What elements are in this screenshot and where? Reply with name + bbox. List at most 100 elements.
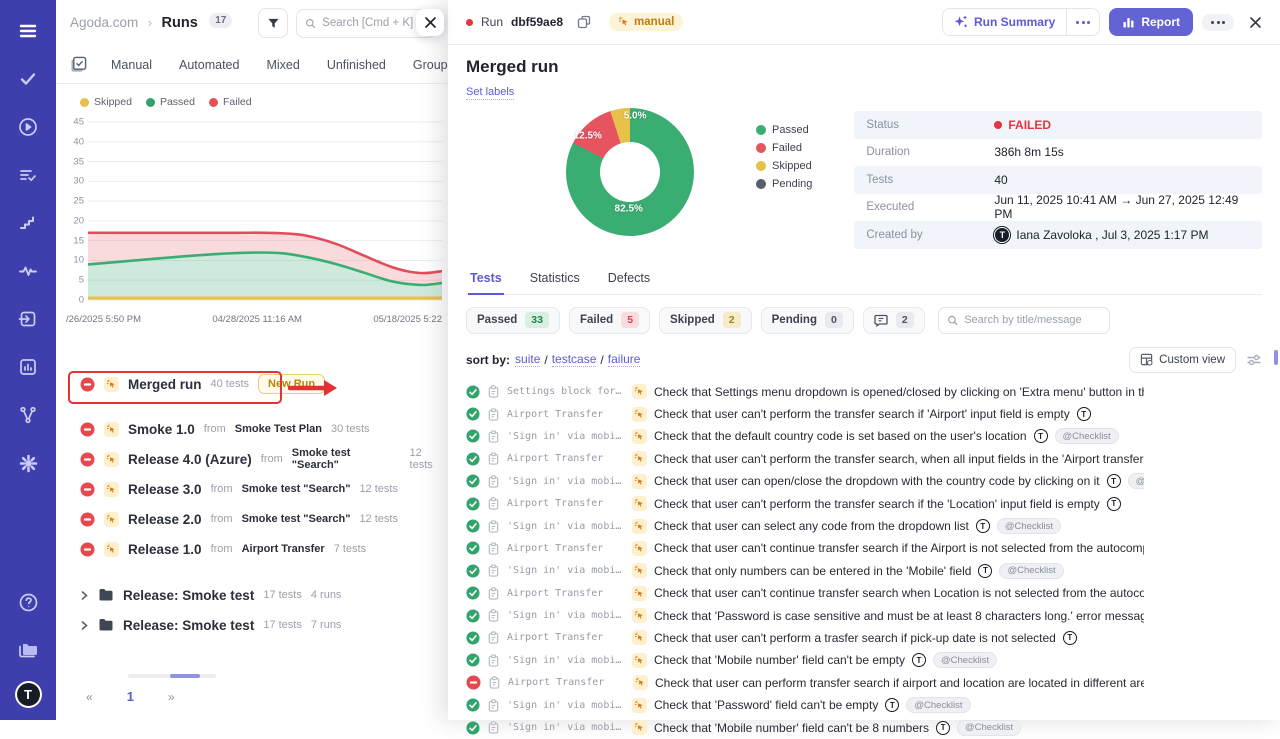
donut-legend-item: Passed <box>756 124 812 136</box>
test-row[interactable]: 'Sign in' via mobile Check that 'Passwor… <box>466 604 1144 626</box>
copy-run-id-button[interactable] <box>577 15 591 29</box>
app-sidebar: T <box>0 0 56 720</box>
legend-item: Passed <box>146 96 195 108</box>
filter-button[interactable] <box>258 8 288 38</box>
run-row[interactable]: Release 1.0from Airport Transfer 7 tests <box>56 534 448 564</box>
horizontal-scrollbar-thumb[interactable] <box>170 674 200 678</box>
reports-bar-chart-box-icon[interactable] <box>10 350 46 384</box>
info-row-duration: Duration386h 8m 15s <box>854 139 1262 167</box>
filter-chip-failed[interactable]: Failed5 <box>569 307 650 334</box>
tab-defects[interactable]: Defects <box>606 265 652 294</box>
sort-link-suite[interactable]: suite <box>515 352 540 367</box>
run-folder-row[interactable]: Release: Smoke test 17 tests 4 runs <box>56 580 448 610</box>
run-info-table: StatusFAILED Duration386h 8m 15s Tests40… <box>854 111 1262 249</box>
plans-list-check-icon[interactable] <box>10 158 46 192</box>
run-row[interactable]: Smoke 1.0from Smoke Test Plan 30 tests <box>56 414 448 444</box>
vertical-scrollbar-thumb[interactable] <box>1274 350 1278 365</box>
test-row[interactable]: 'Sign in' via mobile Check that the defa… <box>466 425 1144 447</box>
magnifier-icon <box>947 314 959 327</box>
test-row[interactable]: 'Sign in' via mobile Check that 'Passwor… <box>466 694 1144 716</box>
user-avatar[interactable]: T <box>15 681 42 708</box>
runs-search-input[interactable] <box>322 17 427 29</box>
tab-statistics[interactable]: Statistics <box>528 265 582 294</box>
x-tick-label: 04/28/2025 11:16 AM <box>212 314 302 325</box>
test-row[interactable]: Airport Transfer Check that user can per… <box>466 672 1144 694</box>
run-row[interactable]: Merged run 40 testsNew Run <box>56 369 448 399</box>
pagination-page-1[interactable]: 1 <box>121 687 140 706</box>
filter-chip-comments[interactable]: 2 <box>863 307 925 334</box>
test-cases-check-icon[interactable] <box>10 62 46 96</box>
sliders-icon[interactable] <box>1246 353 1262 367</box>
sign-in-icon[interactable] <box>10 302 46 336</box>
milestones-steps-icon[interactable] <box>10 206 46 240</box>
run-summary-more-button[interactable] <box>1066 9 1099 35</box>
pagination-next[interactable]: » <box>162 688 181 706</box>
activity-pulse-icon[interactable] <box>10 254 46 288</box>
tab-tests[interactable]: Tests <box>468 265 504 295</box>
runs-tab-mixed[interactable]: Mixed <box>266 58 299 72</box>
drawer-floating-close-button[interactable] <box>416 9 444 36</box>
test-row[interactable]: Airport Transfer Check that user can't p… <box>466 448 1144 470</box>
runs-tab-unfinished[interactable]: Unfinished <box>327 58 386 72</box>
cursor-click-icon <box>632 384 647 399</box>
branch-share-icon[interactable] <box>10 398 46 432</box>
cursor-click-icon <box>632 541 647 556</box>
test-row[interactable]: Airport Transfer Check that user can't p… <box>466 492 1144 514</box>
runs-tab-manual[interactable]: Manual <box>111 58 152 72</box>
donut-legend-item: Skipped <box>756 160 812 172</box>
test-row[interactable]: 'Sign in' via mobile Check that user can… <box>466 470 1144 492</box>
new-run-badge[interactable]: New Run <box>258 374 325 394</box>
sort-row: sort by: suite/testcase/failure Custom v… <box>466 347 1262 373</box>
runs-tab-automated[interactable]: Automated <box>179 58 239 72</box>
test-row[interactable]: 'Sign in' via mobile Check that only num… <box>466 560 1144 582</box>
sort-link-failure[interactable]: failure <box>608 352 641 367</box>
breadcrumb-project[interactable]: Agoda.com <box>70 15 138 30</box>
cursor-click-icon <box>104 377 119 392</box>
run-row[interactable]: Release 4.0 (Azure)from Smoke test "Sear… <box>56 444 448 474</box>
t-avatar-icon: T <box>978 564 992 578</box>
bar-chart-icon <box>1122 16 1135 29</box>
pagination-prev[interactable]: « <box>80 688 99 706</box>
runs-play-circle-icon[interactable] <box>10 110 46 144</box>
sort-by-label: sort by: <box>466 353 510 367</box>
filter-chip-passed[interactable]: Passed33 <box>466 307 560 334</box>
ellipsis-icon <box>1076 21 1090 24</box>
run-row[interactable]: Release 2.0from Smoke test "Search" 12 t… <box>56 504 448 534</box>
checklist-badge: @Checklist <box>997 518 1061 534</box>
set-labels-link[interactable]: Set labels <box>466 86 514 100</box>
test-row[interactable]: Airport Transfer Check that user can't p… <box>466 627 1144 649</box>
run-row[interactable]: Release 3.0from Smoke test "Search" 12 t… <box>56 474 448 504</box>
run-folder-row[interactable]: Release: Smoke test 17 tests 7 runs <box>56 610 448 640</box>
t-avatar-icon: T <box>1077 407 1091 421</box>
test-row[interactable]: 'Sign in' via mobile Check that 'Mobile … <box>466 649 1144 671</box>
filter-chip-pending[interactable]: Pending0 <box>761 307 854 334</box>
run-details-drawer: Run dbf59ae8 manual Run Summary Report <box>448 0 1280 720</box>
check-circle-icon <box>466 631 480 645</box>
drawer-close-button[interactable] <box>1245 12 1266 33</box>
t-avatar-icon: T <box>1034 429 1048 443</box>
clipboard-icon <box>487 699 500 712</box>
check-circle-icon <box>466 452 480 466</box>
test-row[interactable]: 'Sign in' via mobile Check that user can… <box>466 515 1144 537</box>
clipboard-icon <box>487 497 500 510</box>
report-button[interactable]: Report <box>1109 8 1193 36</box>
test-row[interactable]: Airport Transfer Check that user can't c… <box>466 537 1144 559</box>
test-row[interactable]: Airport Transfer Check that user can't p… <box>466 403 1144 425</box>
help-icon[interactable] <box>10 585 46 619</box>
custom-view-button[interactable]: Custom view <box>1129 347 1236 373</box>
docs-folder-icon[interactable] <box>10 633 46 667</box>
sort-link-testcase[interactable]: testcase <box>552 352 597 367</box>
run-summary-button[interactable]: Run Summary <box>943 9 1066 35</box>
breadcrumb: Agoda.com › Runs 17 <box>70 14 232 32</box>
cursor-click-icon <box>632 586 647 601</box>
minus-circle-icon <box>80 512 95 527</box>
menu-icon[interactable] <box>10 14 46 48</box>
test-row[interactable]: Airport Transfer Check that user can't c… <box>466 582 1144 604</box>
settings-gear-icon[interactable] <box>10 446 46 480</box>
filter-chip-skipped[interactable]: Skipped2 <box>659 307 752 334</box>
drawer-more-button[interactable] <box>1202 14 1234 31</box>
test-row[interactable]: Settings block for... Check that Setting… <box>466 381 1144 403</box>
donut-legend-item: Pending <box>756 178 812 190</box>
tests-search-input[interactable] <box>964 314 1100 326</box>
select-all-icon[interactable] <box>70 56 87 73</box>
